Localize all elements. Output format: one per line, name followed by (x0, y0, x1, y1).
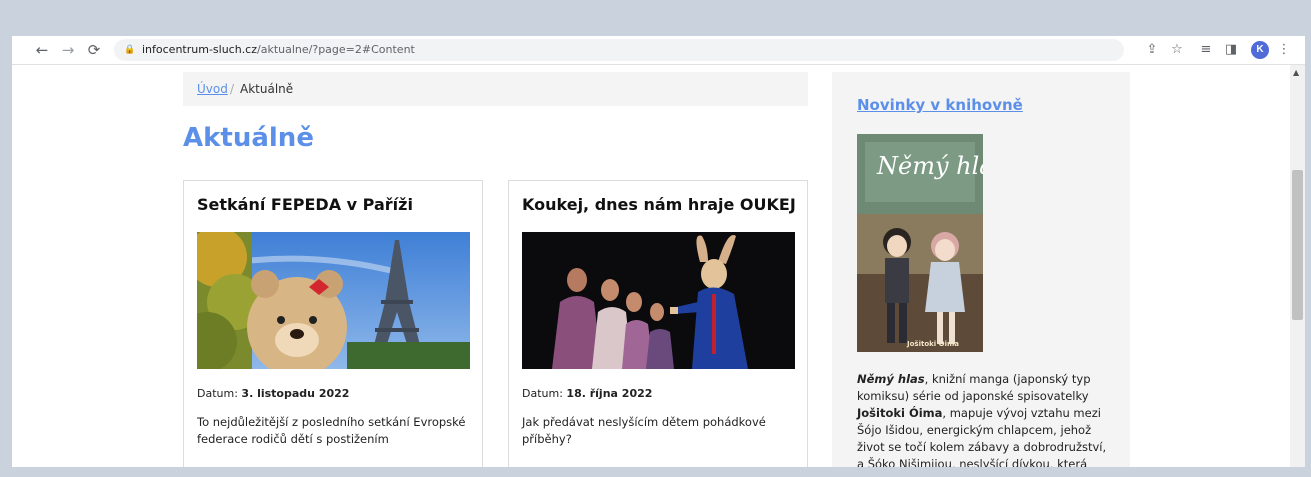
article-date: Datum: 3. listopadu 2022 (197, 387, 349, 400)
article-image-theatre[interactable] (522, 232, 795, 369)
date-value: 18. října 2022 (566, 387, 653, 400)
address-bar[interactable]: 🔒 infocentrum-sluch.cz/aktualne/?page=2#… (114, 39, 1124, 61)
page-viewport: Úvod / Aktuálně Aktuálně Setkání FEPEDA … (12, 65, 1290, 467)
article-image-paris[interactable] (197, 232, 470, 369)
url-text[interactable]: infocentrum-sluch.cz/aktualne/?page=2#Co… (142, 39, 415, 61)
article-date: Datum: 18. října 2022 (522, 387, 652, 400)
side-panel-icon[interactable]: ◨ (1221, 40, 1241, 60)
reload-icon[interactable]: ⟳ (84, 40, 104, 60)
breadcrumb-current: Aktuálně (240, 82, 294, 96)
article-card[interactable]: Koukej, dnes nám hraje OUKEJ Datum: 18. … (508, 180, 808, 467)
browser-window: ← → ⟳ 🔒 infocentrum-sluch.cz/aktualne/?p… (12, 36, 1305, 467)
book-description: Němý hlas, knižní manga (japonský typ ko… (857, 371, 1109, 467)
book-cover-author: Jošitoki Óima (906, 339, 959, 348)
breadcrumb-separator: / (230, 82, 235, 96)
forward-arrow-icon[interactable]: → (58, 40, 78, 60)
kebab-menu-icon[interactable]: ⋮ (1274, 40, 1294, 60)
reading-list-icon[interactable]: ≡ (1196, 40, 1216, 60)
lock-icon[interactable]: 🔒 (124, 39, 135, 61)
back-arrow-icon[interactable]: ← (32, 40, 52, 60)
profile-avatar[interactable]: K (1251, 41, 1269, 59)
book-title-text: Němý hlas (857, 372, 925, 386)
vertical-scrollbar[interactable]: ▲ (1290, 65, 1305, 467)
book-cover-title: Němý hlas (876, 152, 983, 180)
article-title[interactable]: Setkání FEPEDA v Paříži (197, 195, 413, 214)
sidebar-title-link[interactable]: Novinky v knihovně (857, 96, 1023, 114)
article-title[interactable]: Koukej, dnes nám hraje OUKEJ (522, 195, 796, 214)
page-title: Aktuálně (183, 123, 314, 153)
breadcrumb: Úvod / Aktuálně (183, 72, 808, 106)
scroll-up-arrow-icon[interactable]: ▲ (1293, 68, 1299, 77)
sidebar-library-news: Novinky v knihovně Němý hlas (832, 72, 1130, 467)
article-card[interactable]: Setkání FEPEDA v Paříži Datum: 3. listop… (183, 180, 483, 467)
article-excerpt: Jak předávat neslyšícím dětem pohádkové … (522, 415, 766, 446)
share-icon[interactable]: ⇪ (1142, 40, 1162, 60)
browser-toolbar: ← → ⟳ 🔒 infocentrum-sluch.cz/aktualne/?p… (12, 36, 1305, 65)
breadcrumb-home-link[interactable]: Úvod (197, 72, 228, 106)
scrollbar-thumb[interactable] (1292, 170, 1303, 320)
star-icon[interactable]: ☆ (1167, 40, 1187, 60)
url-path: /aktualne/?page=2#Content (257, 43, 415, 56)
date-label: Datum: (522, 387, 563, 400)
article-excerpt: To nejdůležitější z posledního setkání E… (197, 415, 466, 446)
url-domain: infocentrum-sluch.cz (142, 43, 258, 56)
book-cover-image[interactable]: Němý hlas Jošitoki Óima (857, 134, 983, 352)
date-value: 3. listopadu 2022 (241, 387, 350, 400)
date-label: Datum: (197, 387, 238, 400)
author-name: Jošitoki Óima (857, 406, 943, 420)
